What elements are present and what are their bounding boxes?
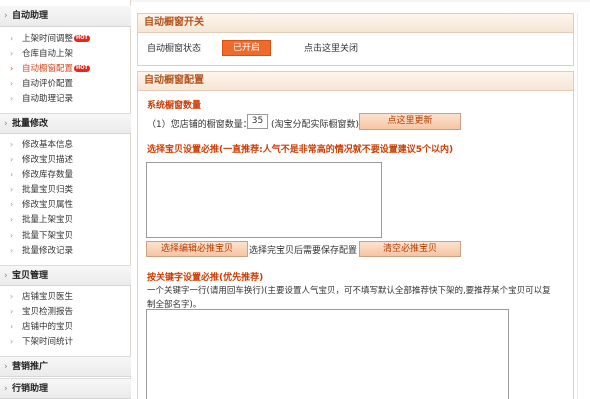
sidebar-item-batch-list[interactable]: › 批量上架宝贝: [10, 213, 74, 227]
group-arrow-icon: ›: [4, 271, 8, 281]
sidebar-item-warehouse[interactable]: › 仓库自动上架: [10, 47, 74, 61]
keyword-desc-line1: 一个关键字一行(请用回车换行)(主要设置人气宝贝，可不填写默认全部推荐快下架的,…: [147, 286, 551, 296]
close-window-link[interactable]: 点击这里关闭: [304, 41, 358, 54]
item-arrow-icon: ›: [10, 155, 14, 164]
sidebar-item-report[interactable]: › 宝贝检测报告: [10, 305, 74, 319]
sidebar-item-label: 修改宝贝属性: [22, 200, 74, 210]
sidebar-item-assistant-log[interactable]: › 自动助理记录: [10, 92, 74, 106]
top-strip: [131, 0, 590, 2]
item-arrow-icon: ›: [10, 64, 14, 73]
group-arrow-icon: ›: [4, 384, 8, 394]
item-arrow-icon: ›: [10, 34, 14, 43]
sidebar-item-label: 批量下架宝贝: [22, 231, 74, 241]
keyword-title: 按关键字设置必推(优先推荐): [147, 273, 264, 283]
item-arrow-icon: ›: [10, 231, 14, 240]
sidebar-group-sales-assistant[interactable]: › 行销助理: [0, 378, 131, 399]
window-status-label: 自动橱窗状态: [147, 44, 202, 54]
scrollbar[interactable]: [577, 13, 590, 399]
keyword-textarea[interactable]: [146, 309, 509, 399]
item-arrow-icon: ›: [10, 292, 14, 301]
sidebar-group-label: 营销推广: [12, 362, 49, 372]
sidebar-item-label: 宝贝检测报告: [22, 307, 74, 317]
sidebar-item-label: 修改宝贝描述: [22, 155, 74, 165]
switch-panel: 自动橱窗开关 自动橱窗状态 已开启 点击这里关闭: [137, 13, 574, 66]
select-items-title: 选择宝贝设置必推(一直推荐:人气不是非常高的情况就不要设置建议5个以内): [147, 145, 454, 155]
sidebar-item-basic-info[interactable]: › 修改基本信息: [10, 138, 74, 152]
sidebar-item-label: 自动助理记录: [22, 94, 74, 104]
update-button[interactable]: 点这里更新: [359, 113, 461, 130]
sidebar-item-stock[interactable]: › 修改库存数量: [10, 168, 74, 182]
select-items-button[interactable]: 选择编辑必推宝贝: [146, 241, 248, 257]
hot-badge: HOT: [74, 35, 90, 42]
sidebar-item-label: 下架时间统计: [22, 337, 74, 347]
window-count-suffix: (淘宝分配实际橱窗数): [271, 120, 360, 130]
sidebar-group-label: 宝贝管理: [12, 271, 49, 281]
sidebar-group-label: 批量修改: [12, 119, 49, 129]
switch-panel-title: 自动橱窗开关: [138, 14, 573, 33]
sidebar-item-label: 修改库存数量: [22, 170, 74, 180]
sidebar-item-label: 店铺宝贝医生: [22, 292, 74, 302]
item-arrow-icon: ›: [10, 94, 14, 103]
sidebar-item-label: 批量上架宝贝: [22, 215, 74, 225]
item-arrow-icon: ›: [10, 337, 14, 346]
hot-badge: HOT: [74, 65, 90, 72]
sidebar-item-label: 修改基本信息: [22, 140, 74, 150]
sidebar-item-label: 批量修改记录: [22, 246, 74, 256]
sidebar-item-label: 自动橱窗配置: [22, 64, 74, 74]
sidebar-group-label: 自动助理: [12, 11, 49, 21]
sidebar-item-categorize[interactable]: › 批量宝贝归类: [10, 183, 74, 197]
sidebar-item-batch-log[interactable]: › 批量修改记录: [10, 244, 74, 258]
item-arrow-icon: ›: [10, 185, 14, 194]
sidebar-item-description[interactable]: › 修改宝贝描述: [10, 153, 74, 167]
config-panel: 自动橱窗配置 系统橱窗数量 （1）您店铺的橱窗数量： 35 (淘宝分配实际橱窗数…: [137, 71, 574, 399]
sidebar-group-marketing[interactable]: › 营销推广: [0, 356, 131, 377]
sidebar-item-review-config[interactable]: › 自动评价配置: [10, 77, 74, 91]
sidebar-group-auto-assistant[interactable]: › 自动助理: [0, 6, 131, 27]
item-arrow-icon: ›: [10, 49, 14, 58]
sidebar-item-shelf-time[interactable]: › 上架时间调整 HOT: [10, 32, 90, 46]
window-count-input[interactable]: 35: [247, 114, 268, 129]
sidebar-item-label: 自动评价配置: [22, 79, 74, 89]
group-arrow-icon: ›: [4, 119, 8, 129]
item-arrow-icon: ›: [10, 140, 14, 149]
group-arrow-icon: ›: [4, 11, 8, 21]
sidebar: › 自动助理 › 上架时间调整 HOT › 仓库自动上架 › 自动橱窗配置 HOT › 自动评…: [0, 0, 131, 399]
sidebar-item-doctor[interactable]: › 店铺宝贝医生: [10, 290, 74, 304]
window-status-button[interactable]: 已开启: [222, 40, 271, 56]
selected-items-box[interactable]: [146, 162, 382, 238]
sidebar-item-batch-delist[interactable]: › 批量下架宝贝: [10, 229, 74, 243]
sidebar-item-label: 批量宝贝归类: [22, 185, 74, 195]
sidebar-group-label: 行销助理: [12, 384, 49, 394]
item-arrow-icon: ›: [10, 170, 14, 179]
window-count-prefix: （1）您店铺的橱窗数量：: [147, 120, 252, 130]
item-arrow-icon: ›: [10, 215, 14, 224]
window-count-title: 系统橱窗数量: [147, 101, 202, 111]
sidebar-item-store-items[interactable]: › 店铺中的宝贝: [10, 320, 74, 334]
sidebar-item-label: 上架时间调整: [22, 34, 74, 44]
sidebar-item-window-config[interactable]: › 自动橱窗配置 HOT: [10, 62, 90, 76]
sidebar-item-label: 店铺中的宝贝: [22, 322, 74, 332]
sidebar-item-label: 仓库自动上架: [22, 49, 74, 59]
item-arrow-icon: ›: [10, 307, 14, 316]
select-items-hint: 选择完宝贝后需要保存配置: [249, 246, 358, 256]
item-arrow-icon: ›: [10, 200, 14, 209]
sidebar-group-batch-edit[interactable]: › 批量修改: [0, 113, 131, 134]
clear-items-button[interactable]: 清空必推宝贝: [359, 241, 461, 257]
item-arrow-icon: ›: [10, 246, 14, 255]
item-arrow-icon: ›: [10, 322, 14, 331]
sidebar-item-delist-stats[interactable]: › 下架时间统计: [10, 335, 74, 349]
item-arrow-icon: ›: [10, 79, 14, 88]
sidebar-group-item-management[interactable]: › 宝贝管理: [0, 265, 131, 286]
group-arrow-icon: ›: [4, 362, 8, 372]
config-panel-title: 自动橱窗配置: [138, 72, 573, 91]
sidebar-item-attributes[interactable]: › 修改宝贝属性: [10, 198, 74, 212]
